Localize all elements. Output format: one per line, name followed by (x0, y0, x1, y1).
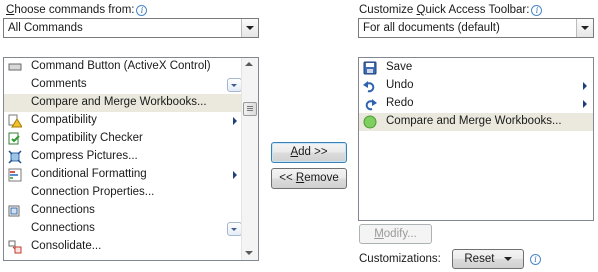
chevron-down-icon[interactable] (576, 19, 593, 37)
scroll-down-icon[interactable] (245, 251, 253, 255)
list-item-label: Redo (386, 97, 414, 109)
connections-icon (8, 204, 22, 218)
list-item[interactable]: Undo (359, 77, 593, 95)
list-item-label: Compatibility (31, 114, 97, 126)
commands-list-scrollbar[interactable] (241, 58, 258, 260)
list-item-label: Connections (31, 204, 95, 216)
list-item[interactable]: Compatibility (4, 112, 242, 130)
qat-scope-dropdown[interactable]: For all documents (default) (358, 18, 594, 38)
list-item-label: Comments (31, 78, 87, 90)
list-item-label: Conditional Formatting (31, 168, 147, 180)
redo-icon (363, 97, 377, 111)
list-item-label: Command Button (ActiveX Control) (31, 60, 211, 72)
compatibility-warning-icon (8, 114, 23, 128)
list-item[interactable]: Comments (4, 76, 242, 94)
commands-list[interactable]: Command Button (ActiveX Control) Comments… (3, 57, 259, 261)
reset-button[interactable]: Reset (452, 249, 524, 269)
customize-qat-label: Customize Quick Access Toolbar: i (359, 4, 543, 16)
list-item-label: Compatibility Checker (31, 132, 143, 144)
modify-button[interactable]: Modify... (359, 224, 432, 244)
qat-commands-list[interactable]: Save Undo Redo Compare and Merge Workbooks.… (358, 57, 594, 221)
list-item[interactable]: Save (359, 59, 593, 77)
list-item-label: Compare and Merge Workbooks... (31, 96, 207, 108)
submenu-arrow-icon (233, 117, 237, 125)
customizations-label: Customizations: (359, 253, 441, 265)
list-item-label: Compare and Merge Workbooks... (386, 115, 562, 127)
remove-button[interactable]: << Remove (271, 168, 347, 189)
add-button-label: dd >> (298, 146, 328, 158)
list-item[interactable]: Connections (4, 202, 242, 220)
list-item[interactable]: Compress Pictures... (4, 148, 242, 166)
undo-icon (363, 79, 377, 93)
conditional-formatting-icon (8, 168, 22, 182)
list-item-label: Connection Properties... (31, 186, 155, 198)
list-item-label: Connections (31, 222, 95, 234)
list-item[interactable]: Command Button (ActiveX Control) (4, 58, 242, 76)
list-item[interactable]: Connections (4, 220, 242, 238)
dropdown-indicator-icon (227, 222, 242, 236)
info-icon[interactable]: i (530, 254, 541, 265)
chevron-down-icon[interactable] (241, 19, 258, 37)
scroll-up-icon[interactable] (245, 62, 253, 66)
green-circle-icon (363, 115, 377, 129)
list-item-label: Undo (386, 79, 414, 91)
choose-commands-label: Choose commands from: i (6, 4, 148, 16)
add-button[interactable]: Add >> (271, 142, 347, 163)
list-item[interactable]: Conditional Formatting (4, 166, 242, 184)
command-button-icon (8, 60, 22, 74)
list-item[interactable]: Compare and Merge Workbooks... (4, 94, 242, 112)
list-item-label: Compress Pictures... (31, 150, 138, 162)
list-item[interactable]: Compatibility Checker (4, 130, 242, 148)
compatibility-checker-icon (8, 132, 22, 146)
consolidate-icon (8, 240, 22, 254)
save-icon (363, 61, 377, 75)
submenu-arrow-icon (583, 100, 587, 108)
list-item[interactable]: Redo (359, 95, 593, 113)
list-item[interactable]: Connection Properties... (4, 184, 242, 202)
list-item[interactable]: Compare and Merge Workbooks... (359, 113, 593, 131)
info-icon[interactable]: i (531, 5, 543, 16)
chevron-down-icon (503, 257, 512, 261)
compress-pictures-icon (8, 150, 22, 164)
list-item[interactable]: Consolidate... (4, 238, 242, 256)
submenu-arrow-icon (233, 171, 237, 179)
list-item-label: Save (386, 61, 413, 73)
scroll-thumb[interactable] (243, 102, 257, 116)
choose-commands-dropdown[interactable]: All Commands (3, 18, 259, 38)
dropdown-indicator-icon (227, 78, 242, 92)
info-icon[interactable]: i (136, 5, 148, 16)
list-item-label: Consolidate... (31, 240, 102, 252)
submenu-arrow-icon (583, 82, 587, 90)
